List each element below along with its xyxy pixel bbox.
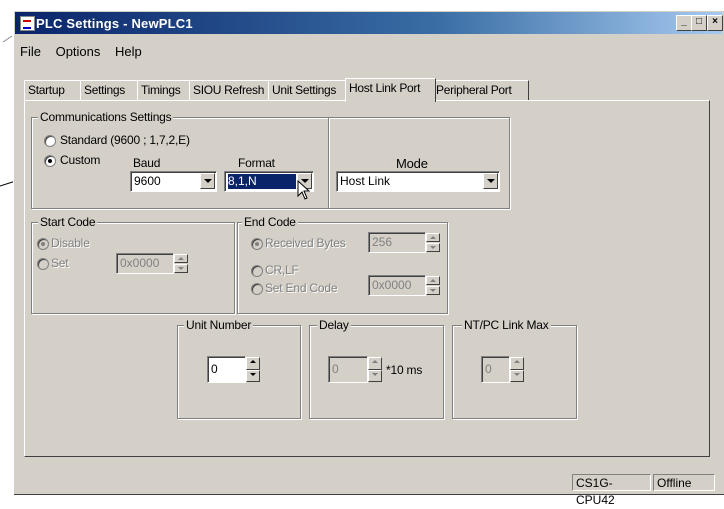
mode-select[interactable]: Host Link	[336, 171, 500, 192]
mouse-cursor-icon	[297, 180, 311, 200]
menu-help[interactable]: Help	[115, 44, 142, 59]
app-icon[interactable]	[20, 16, 35, 31]
communications-settings-title: Communications Settings	[38, 110, 174, 124]
set-end-code-spinner[interactable]	[426, 276, 440, 295]
start-code-title: Start Code	[38, 215, 98, 229]
start-set-radio[interactable]	[37, 258, 49, 270]
set-end-code-input[interactable]: 0x0000	[368, 275, 426, 296]
baud-label: Baud	[133, 156, 161, 170]
window-title: PLC Settings - NewPLC1	[36, 16, 193, 31]
custom-radio[interactable]	[44, 155, 56, 167]
mode-dropdown-icon[interactable]	[483, 173, 498, 189]
received-bytes-label: Received Bytes	[265, 236, 346, 250]
set-end-code-radio[interactable]	[251, 283, 263, 295]
menu-options[interactable]: Options	[56, 44, 101, 59]
tab-siou-refresh[interactable]: SIOU Refresh	[189, 80, 273, 100]
delay-input[interactable]: 0	[328, 356, 368, 383]
start-set-label: Set	[51, 256, 69, 270]
start-disable-label: Disable	[51, 236, 90, 250]
minimize-icon[interactable]: _	[676, 15, 692, 31]
standard-label: Standard (9600 ; 1,7,2,E)	[60, 133, 190, 147]
menu-bar: File Options Help	[20, 44, 153, 59]
tab-startup[interactable]: Startup	[24, 80, 81, 100]
start-code-input[interactable]: 0x0000	[116, 253, 174, 274]
mode-label: Mode	[396, 156, 428, 171]
status-model: CS1G-CPU42	[572, 474, 651, 507]
format-label: Format	[238, 156, 275, 170]
unit-number-title: Unit Number	[184, 318, 254, 332]
tab-settings[interactable]: Settings	[80, 80, 142, 100]
unit-number-input[interactable]: 0	[207, 356, 246, 383]
received-bytes-radio[interactable]	[251, 238, 263, 250]
crlf-label: CR,LF	[265, 263, 299, 277]
status-mode: Offline	[653, 474, 715, 491]
tab-timings[interactable]: Timings	[137, 80, 194, 100]
menu-file[interactable]: File	[20, 44, 41, 59]
format-value: 8,1,N	[228, 174, 296, 189]
start-code-spinner[interactable]	[174, 254, 188, 273]
tab-unit-settings[interactable]: Unit Settings	[268, 80, 350, 100]
tab-peripheral-port[interactable]: Peripheral Port	[432, 80, 529, 100]
unit-number-spinner[interactable]	[246, 357, 260, 382]
end-code-title: End Code	[242, 215, 298, 229]
received-bytes-input[interactable]: 256	[368, 232, 426, 253]
delay-unit-label: *10 ms	[386, 363, 423, 377]
received-bytes-spinner[interactable]	[426, 233, 440, 252]
baud-dropdown-icon[interactable]	[200, 173, 215, 189]
delay-title: Delay	[317, 318, 351, 332]
standard-radio[interactable]	[44, 135, 56, 147]
ntpc-link-max-spinner[interactable]	[510, 357, 524, 382]
crlf-radio[interactable]	[251, 265, 263, 277]
set-end-code-label: Set End Code	[265, 281, 338, 295]
custom-label: Custom	[60, 153, 101, 167]
ntpc-link-max-input[interactable]: 0	[481, 356, 510, 383]
delay-spinner[interactable]	[368, 357, 382, 382]
start-disable-radio[interactable]	[37, 238, 49, 250]
maximize-icon[interactable]: □	[691, 15, 707, 31]
ntpc-link-max-title: NT/PC Link Max	[462, 318, 551, 332]
tab-host-link-port[interactable]: Host Link Port	[345, 78, 436, 102]
close-icon[interactable]: ×	[707, 15, 723, 31]
